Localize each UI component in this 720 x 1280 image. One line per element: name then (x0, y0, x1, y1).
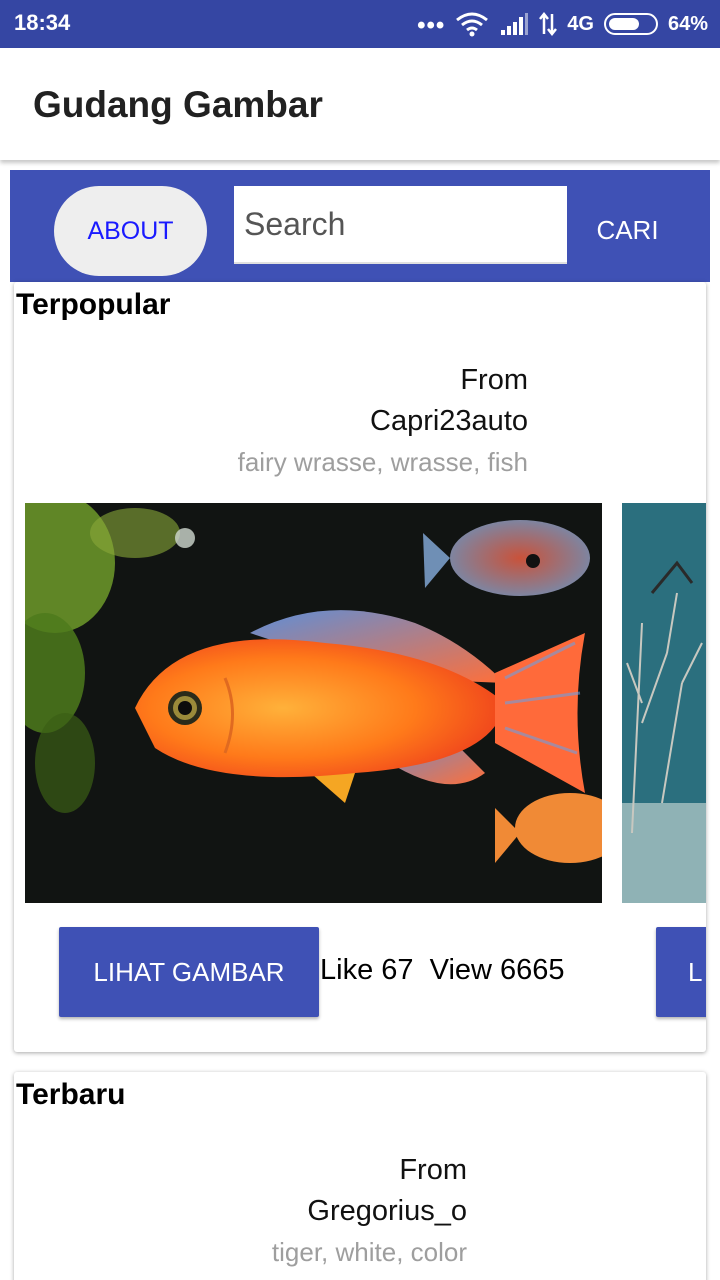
image-tags: fairy wrasse, wrasse, fish (237, 447, 528, 477)
next-lihat-gambar-button[interactable]: L (656, 927, 706, 1017)
author-name: Capri23auto (370, 405, 528, 437)
section-title: Terpopular (16, 288, 171, 321)
next-photo-preview[interactable] (622, 503, 706, 903)
status-time: 18:34 (14, 10, 71, 35)
status-bar: 18:34 ••• 4G 64% (0, 0, 720, 48)
battery-percent: 64% (667, 12, 708, 35)
data-arrows-icon (539, 12, 558, 36)
search-bar: ABOUT CARI (10, 170, 710, 282)
status-icons: ••• 4G 64% (417, 8, 708, 40)
image-tags: tiger, white, color (271, 1237, 467, 1267)
search-input[interactable] (234, 186, 567, 264)
from-label: From (399, 1154, 467, 1186)
section-title: Terbaru (16, 1078, 126, 1111)
lihat-gambar-button[interactable]: LIHAT GAMBAR (59, 927, 319, 1017)
section-terbaru: Terbaru From Gregorius_o tiger, white, c… (14, 1072, 706, 1280)
signal-icon (501, 13, 529, 35)
fish-photo[interactable] (25, 503, 602, 903)
wifi-icon (456, 12, 489, 37)
image-meta: From Capri23auto fairy wrasse, wrasse, f… (128, 360, 528, 483)
cari-button[interactable]: CARI (580, 200, 675, 260)
about-button[interactable]: ABOUT (54, 186, 207, 276)
section-terpopular: Terpopular From Capri23auto fairy wrasse… (14, 282, 706, 1052)
network-type: 4G (567, 12, 594, 35)
image-meta: From Gregorius_o tiger, white, color (67, 1150, 467, 1273)
battery-icon (603, 13, 658, 35)
app-title: Gudang Gambar (33, 84, 323, 125)
like-view-stats: Like 67 View 6665 (320, 954, 565, 986)
more-dots-icon: ••• (417, 12, 446, 39)
author-name: Gregorius_o (307, 1195, 467, 1227)
from-label: From (460, 364, 528, 396)
app-bar: Gudang Gambar (0, 48, 720, 160)
